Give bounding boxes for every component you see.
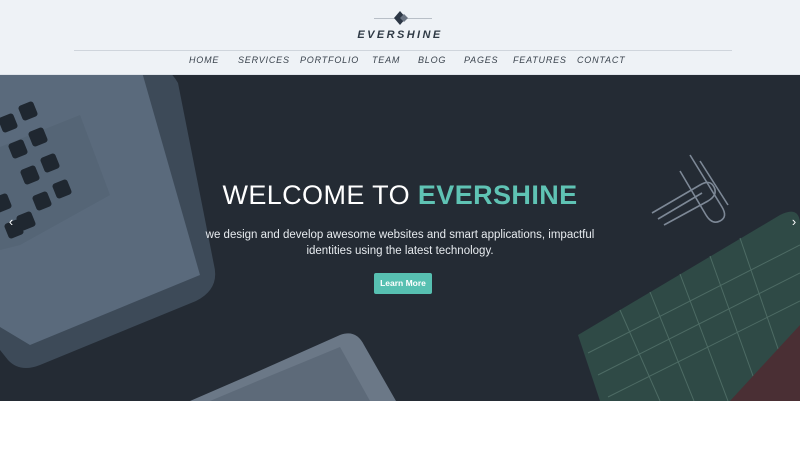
brand-name: EVERSHINE (357, 29, 443, 41)
nav-item-services[interactable]: SERVICES (238, 55, 290, 65)
hero-title: WELCOME TO EVERSHINE (0, 180, 800, 211)
logo[interactable]: EVERSHINE (0, 8, 800, 44)
nav-item-team[interactable]: TEAM (372, 55, 400, 65)
hero-subtitle: we design and develop awesome websites a… (205, 229, 595, 257)
header-divider (74, 50, 732, 51)
hero-title-accent: EVERSHINE (417, 180, 578, 210)
nav-item-blog[interactable]: BLOG (418, 55, 446, 65)
site-header: EVERSHINE HOME SERVICES PORTFOLIO TEAM B… (0, 0, 800, 75)
logo-line-right (406, 18, 432, 19)
hero-title-prefix: WELCOME TO (222, 180, 410, 210)
hero-slider: ‹ › WELCOME TO EVERSHINE we design and d… (0, 75, 800, 401)
nav-item-pages[interactable]: PAGES (464, 55, 498, 65)
slider-next-arrow[interactable]: › (787, 213, 800, 231)
nav-item-contact[interactable]: CONTACT (577, 55, 625, 65)
nav-item-features[interactable]: FEATURES (513, 55, 567, 65)
main-nav: HOME SERVICES PORTFOLIO TEAM BLOG PAGES … (0, 55, 800, 71)
nav-item-portfolio[interactable]: PORTFOLIO (300, 55, 359, 65)
slider-prev-arrow[interactable]: ‹ (4, 213, 18, 231)
diamond-logo-icon (394, 11, 408, 25)
laptop-shape (0, 75, 216, 369)
notebook-shape (190, 333, 396, 401)
learn-more-button[interactable]: Learn More (374, 273, 432, 294)
cutting-mat-shape (578, 211, 800, 401)
nav-item-home[interactable]: HOME (189, 55, 219, 65)
